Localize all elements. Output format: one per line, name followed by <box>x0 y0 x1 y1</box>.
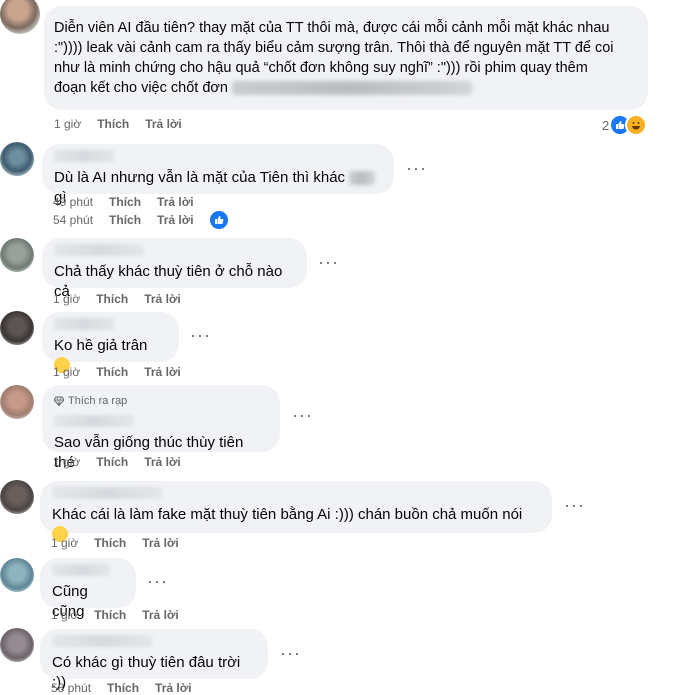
timestamp[interactable]: 1 giờ <box>53 365 80 379</box>
more-options-icon[interactable]: ··· <box>564 496 585 514</box>
author-name[interactable] <box>52 635 152 647</box>
author-name[interactable] <box>52 487 162 499</box>
like-button[interactable]: Thích <box>94 608 126 622</box>
comment-actions: 54 phút Thích Trả lời <box>53 213 194 227</box>
reply-button[interactable]: Trả lời <box>155 681 192 695</box>
more-options-icon[interactable]: ··· <box>280 644 301 662</box>
haha-reaction-icon <box>625 114 648 136</box>
avatar[interactable] <box>0 142 34 176</box>
more-options-icon[interactable]: ··· <box>406 159 427 177</box>
reply-button[interactable]: Trả lời <box>142 608 179 622</box>
timestamp[interactable]: 49 phút <box>53 195 93 209</box>
reply-button[interactable]: Trả lời <box>157 213 194 227</box>
like-button[interactable]: Thích <box>109 195 141 209</box>
timestamp[interactable]: 1 giờ <box>51 608 78 622</box>
comment-actions: 1 giờ Thích Trả lời <box>54 117 182 131</box>
reaction-summary[interactable]: 2 <box>602 114 648 136</box>
comment-actions: 1 giờ Thích Trả lời <box>53 292 181 306</box>
like-button[interactable]: Thích <box>96 365 128 379</box>
reply-button[interactable]: Trả lời <box>157 195 194 209</box>
comment-actions: 1 giờ Thích Trả lời <box>53 455 181 469</box>
like-button[interactable]: Thích <box>96 292 128 306</box>
timestamp[interactable]: 1 giờ <box>51 536 78 550</box>
diamond-icon <box>54 396 64 406</box>
avatar[interactable] <box>0 628 34 662</box>
timestamp[interactable]: 1 giờ <box>54 117 81 131</box>
comment-bubble: Ko hề giả trân <box>42 312 179 373</box>
comment-actions: 49 phút Thích Trả lời <box>53 195 194 209</box>
avatar[interactable] <box>0 480 34 514</box>
reply-button[interactable]: Trả lời <box>144 365 181 379</box>
reply-button[interactable]: Trả lời <box>144 292 181 306</box>
more-options-icon[interactable]: ··· <box>147 572 168 590</box>
comment-bubble: Chả thấy khác thuỳ tiên ở chỗ nào cả <box>42 238 307 300</box>
avatar[interactable] <box>0 238 34 272</box>
like-button[interactable]: Thích <box>96 455 128 469</box>
like-button[interactable]: Thích <box>109 213 141 227</box>
reply-button[interactable]: Trả lời <box>144 455 181 469</box>
redacted-text <box>231 81 472 96</box>
comment-text: Diễn viên AI đầu tiên? thay mặt của TT t… <box>54 20 614 96</box>
author-name[interactable] <box>52 564 110 576</box>
author-name[interactable] <box>54 150 114 162</box>
reaction-count: 2 <box>602 117 610 133</box>
comment-bubble: Có khác gì thuỳ tiên đâu trời :)) <box>40 629 268 691</box>
comment-bubble: Dù là AI nhưng vẫn là mặt của Tiên thì k… <box>42 144 394 206</box>
avatar[interactable] <box>0 385 34 419</box>
like-button[interactable]: Thích <box>94 536 126 550</box>
avatar[interactable] <box>0 558 34 592</box>
redacted-text <box>349 171 376 186</box>
avatar[interactable] <box>0 311 34 345</box>
comment-actions: 1 giờ Thích Trả lời <box>53 365 181 379</box>
top-fan-badge: Thích ra rạp <box>54 391 268 411</box>
comment-bubble: Cũng cũng <box>40 558 136 620</box>
more-options-icon[interactable]: ··· <box>190 326 211 344</box>
like-reaction-icon <box>208 209 230 231</box>
comment-bubble: Khác cái là làm fake mặt thuỳ tiên bằng … <box>40 481 552 542</box>
comment-actions: 1 giờ Thích Trả lời <box>51 536 179 550</box>
comment-bubble: Thích ra rạp Sao vẫn giống thúc thùy tiê… <box>42 385 280 471</box>
author-name[interactable] <box>54 415 134 427</box>
reaction-summary[interactable] <box>208 209 230 231</box>
timestamp[interactable]: 1 giờ <box>53 292 80 306</box>
more-options-icon[interactable]: ··· <box>318 253 339 271</box>
avatar[interactable] <box>0 0 40 34</box>
reply-button[interactable]: Trả lời <box>145 117 182 131</box>
like-button[interactable]: Thích <box>107 681 139 695</box>
reply-button[interactable]: Trả lời <box>142 536 179 550</box>
comment-actions: 1 giờ Thích Trả lời <box>51 608 179 622</box>
timestamp[interactable]: 1 giờ <box>53 455 80 469</box>
timestamp[interactable]: 54 phút <box>53 213 93 227</box>
author-name[interactable] <box>54 318 114 330</box>
comment-bubble: Diễn viên AI đầu tiên? thay mặt của TT t… <box>44 6 648 110</box>
like-button[interactable]: Thích <box>97 117 129 131</box>
comment-actions: 58 phút Thích Trả lời <box>51 681 192 695</box>
timestamp[interactable]: 58 phút <box>51 681 91 695</box>
more-options-icon[interactable]: ··· <box>292 406 313 424</box>
author-name[interactable] <box>54 244 144 256</box>
